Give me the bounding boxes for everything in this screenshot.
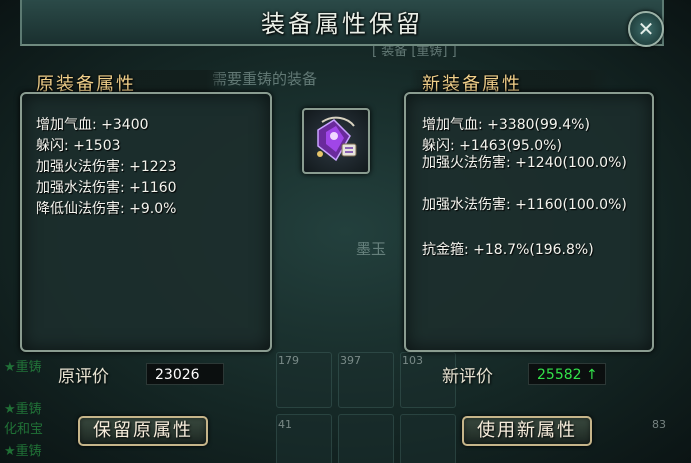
new-stat-line: 抗金箍: +18.7%(196.8%) <box>422 242 594 258</box>
equipment-slot[interactable] <box>302 108 370 174</box>
up-arrow-icon: ↑ <box>586 367 598 383</box>
old-attributes-panel: 增加气血: +3400 躲闪: +1503 加强火法伤害: +1223 加强水法… <box>20 92 272 352</box>
bg-tip: ★重铸 <box>4 444 42 459</box>
new-stat-line: 加强火法伤害: +1240(100.0%) <box>422 155 627 171</box>
new-stat-line: 躲闪: +1463(95.0%) <box>422 138 562 154</box>
new-stat-line: 增加气血: +3380(99.4%) <box>422 117 590 133</box>
old-stat-line: 加强火法伤害: +1223 <box>36 159 177 175</box>
game-window: 需要重铸的装备 [ 装备 [重铸] ] 墨玉 179 397 103 41 83… <box>0 0 691 463</box>
new-stat-line: 加强水法伤害: +1160(100.0%) <box>422 197 627 213</box>
old-stat-line: 降低仙法伤害: +9.0% <box>36 201 177 217</box>
bg-slot-count: 103 <box>402 354 423 367</box>
close-button[interactable]: ✕ <box>628 11 664 47</box>
bg-tip: ★重铸 <box>4 360 42 375</box>
bg-slot <box>338 414 394 463</box>
old-score-value: 23026 <box>146 363 224 385</box>
bg-slot-count: 179 <box>278 354 299 367</box>
old-stat-line: 躲闪: +1503 <box>36 138 121 154</box>
old-stat-line: 加强水法伤害: +1160 <box>36 180 177 196</box>
use-new-attributes-button[interactable]: 使用新属性 <box>462 416 592 446</box>
dialog-title: 装备属性保留 <box>261 10 423 38</box>
bg-item-name: 墨玉 <box>356 240 387 258</box>
new-score-value: 25582 ↑ <box>528 363 606 385</box>
close-icon: ✕ <box>637 17 655 41</box>
old-score-number: 23026 <box>155 367 200 383</box>
keep-old-attributes-button[interactable]: 保留原属性 <box>78 416 208 446</box>
bg-tip-line: 化和宝 <box>4 422 44 437</box>
bg-slot-count: 41 <box>278 418 292 431</box>
bg-tip: ★重铸 <box>4 402 42 417</box>
new-score-number: 25582 <box>537 367 582 383</box>
bg-slot-count: 83 <box>652 418 666 431</box>
bg-slot <box>400 414 456 463</box>
new-attributes-panel: 增加气血: +3380(99.4%) 躲闪: +1463(95.0%) 加强火法… <box>404 92 654 352</box>
new-score-label: 新评价 <box>442 367 493 387</box>
bg-slot-count: 397 <box>340 354 361 367</box>
bg-hint-text: 需要重铸的装备 <box>212 70 318 88</box>
old-score-label: 原评价 <box>58 367 109 387</box>
old-stat-line: 增加气血: +3400 <box>36 117 149 133</box>
purple-gem-pendant-icon <box>317 116 357 162</box>
dialog-title-bar: 装备属性保留 <box>20 0 664 46</box>
